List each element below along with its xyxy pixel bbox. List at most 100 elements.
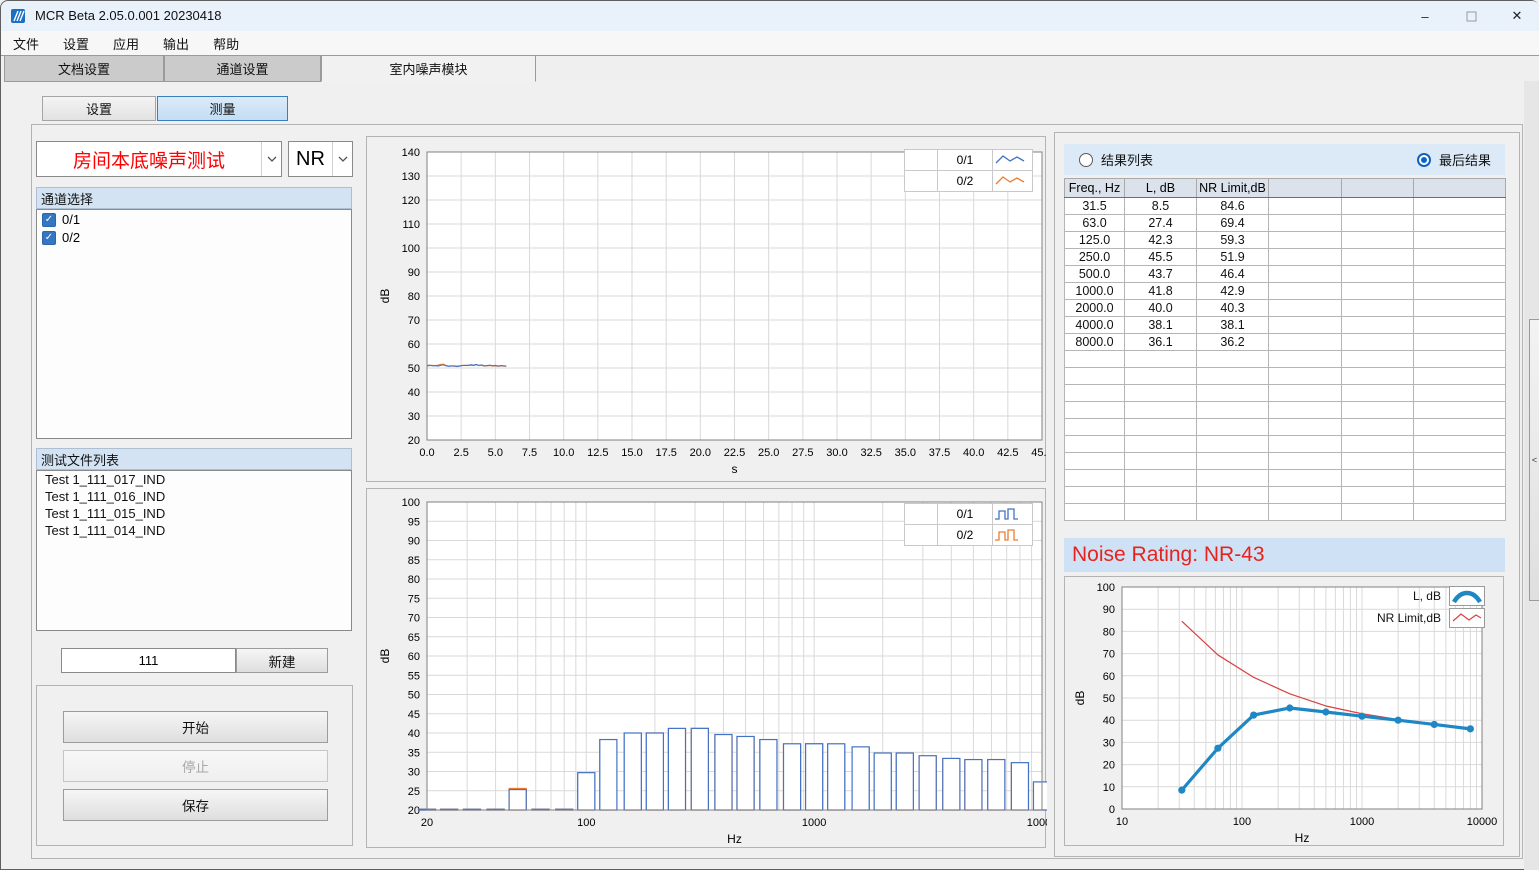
table-cell xyxy=(1414,198,1506,215)
table-cell xyxy=(1414,215,1506,232)
menu-item-0[interactable]: 文件 xyxy=(1,31,51,56)
svg-text:30: 30 xyxy=(408,767,420,779)
file-name-input[interactable] xyxy=(61,648,236,673)
svg-text:80: 80 xyxy=(408,291,420,303)
table-row[interactable]: 1000.041.842.9 xyxy=(1065,283,1506,300)
chevron-down-icon[interactable] xyxy=(261,142,281,176)
svg-text:100: 100 xyxy=(402,497,420,509)
menu-item-4[interactable]: 帮助 xyxy=(201,31,251,56)
table-cell xyxy=(1125,402,1197,419)
table-row[interactable]: 250.045.551.9 xyxy=(1065,249,1506,266)
save-button[interactable]: 保存 xyxy=(63,789,328,821)
svg-text:100: 100 xyxy=(1097,582,1115,594)
table-cell xyxy=(1197,487,1269,504)
table-row[interactable]: 2000.040.040.3 xyxy=(1065,300,1506,317)
svg-text:140: 140 xyxy=(402,147,420,159)
collapse-panel-button[interactable]: < xyxy=(1529,319,1539,601)
channel-item-0/2[interactable]: ✓0/2 xyxy=(37,228,351,246)
table-row-empty xyxy=(1065,470,1506,487)
table-row[interactable]: 63.027.469.4 xyxy=(1065,215,1506,232)
menu-item-3[interactable]: 输出 xyxy=(151,31,201,56)
result-list-radio[interactable] xyxy=(1079,153,1093,167)
svg-text:80: 80 xyxy=(1103,626,1115,638)
table-cell xyxy=(1065,504,1125,521)
table-cell xyxy=(1414,249,1506,266)
table-cell: 42.9 xyxy=(1197,283,1269,300)
test-type-select[interactable]: 房间本底噪声测试 xyxy=(36,141,282,177)
results-table[interactable]: Freq., HzL, dBNR Limit,dB 31.58.584.663.… xyxy=(1064,178,1506,521)
close-button[interactable]: ✕ xyxy=(1494,1,1539,31)
table-cell: 250.0 xyxy=(1065,249,1125,266)
result-list-option[interactable]: 结果列表 xyxy=(1079,150,1153,169)
last-result-option[interactable]: 最后结果 xyxy=(1417,150,1491,169)
table-cell xyxy=(1342,436,1414,453)
table-cell: 2000.0 xyxy=(1065,300,1125,317)
file-item-0[interactable]: Test 1_111_017_IND xyxy=(37,471,351,488)
table-cell xyxy=(1197,402,1269,419)
table-cell xyxy=(1342,249,1414,266)
legend-bars-icon[interactable] xyxy=(993,525,1033,546)
table-cell xyxy=(1065,419,1125,436)
file-item-2[interactable]: Test 1_111_015_IND xyxy=(37,505,351,522)
table-cell: 36.2 xyxy=(1197,334,1269,351)
window-title: MCR Beta 2.05.0.001 20230418 xyxy=(35,8,221,23)
legend-thick-curve-icon[interactable] xyxy=(1449,586,1485,606)
table-cell: 8000.0 xyxy=(1065,334,1125,351)
svg-text:100: 100 xyxy=(577,817,595,829)
legend-line-icon[interactable] xyxy=(993,171,1033,192)
svg-text:65: 65 xyxy=(408,632,420,644)
start-button[interactable]: 开始 xyxy=(63,711,328,743)
menu-item-2[interactable]: 应用 xyxy=(101,31,151,56)
svg-text:1000: 1000 xyxy=(802,817,826,829)
legend-spacer-cell xyxy=(905,150,938,171)
checkbox-checked-icon[interactable]: ✓ xyxy=(42,231,56,245)
table-row[interactable]: 4000.038.138.1 xyxy=(1065,317,1506,334)
table-row[interactable]: 500.043.746.4 xyxy=(1065,266,1506,283)
channel-label: 0/1 xyxy=(62,212,80,227)
menu-item-1[interactable]: 设置 xyxy=(51,31,101,56)
table-cell xyxy=(1414,300,1506,317)
new-button[interactable]: 新建 xyxy=(236,648,328,673)
svg-text:15.0: 15.0 xyxy=(621,447,642,459)
table-cell xyxy=(1269,504,1342,521)
minimize-button[interactable]: – xyxy=(1402,1,1448,31)
channel-item-0/1[interactable]: ✓ 0/1 xyxy=(37,210,351,228)
main-tab-0[interactable]: 文档设置 xyxy=(4,56,164,82)
channel-list[interactable]: ✓ 0/1✓0/2 xyxy=(36,209,352,439)
test-file-list[interactable]: Test 1_111_017_INDTest 1_111_016_INDTest… xyxy=(36,470,352,631)
svg-text:80: 80 xyxy=(408,574,420,586)
legend-thin-zigzag-icon[interactable] xyxy=(1449,608,1485,628)
table-cell xyxy=(1414,487,1506,504)
table-cell xyxy=(1125,453,1197,470)
rating-type-select[interactable]: NR xyxy=(288,141,353,177)
table-row[interactable]: 31.58.584.6 xyxy=(1065,198,1506,215)
table-row-empty xyxy=(1065,419,1506,436)
table-row-empty xyxy=(1065,436,1506,453)
checkbox-checked-icon[interactable]: ✓ xyxy=(42,213,56,227)
svg-text:17.5: 17.5 xyxy=(655,447,676,459)
app-logo-icon xyxy=(11,8,27,24)
table-cell xyxy=(1342,351,1414,368)
table-cell: 500.0 xyxy=(1065,266,1125,283)
table-row[interactable]: 8000.036.136.2 xyxy=(1065,334,1506,351)
legend-line-icon[interactable] xyxy=(993,150,1033,171)
tab-measure[interactable]: 测量 xyxy=(157,96,288,121)
table-cell xyxy=(1125,368,1197,385)
table-row[interactable]: 125.042.359.3 xyxy=(1065,232,1506,249)
legend-row: 0/1 xyxy=(905,504,1033,525)
file-item-3[interactable]: Test 1_111_014_IND xyxy=(37,522,351,539)
table-cell xyxy=(1342,198,1414,215)
main-tab-2[interactable]: 室内噪声模块 xyxy=(321,56,536,82)
file-item-1[interactable]: Test 1_111_016_IND xyxy=(37,488,351,505)
chart-legend: L, dBNR Limit,dB xyxy=(1335,585,1485,629)
svg-text:40.0: 40.0 xyxy=(963,447,984,459)
legend-bars-icon[interactable] xyxy=(993,504,1033,525)
chevron-down-icon[interactable] xyxy=(332,142,352,176)
maximize-button[interactable] xyxy=(1448,1,1494,31)
table-cell xyxy=(1414,470,1506,487)
tab-settings[interactable]: 设置 xyxy=(42,96,156,121)
main-tab-1[interactable]: 通道设置 xyxy=(164,56,321,82)
svg-text:30.0: 30.0 xyxy=(826,447,847,459)
svg-text:25: 25 xyxy=(408,786,420,798)
last-result-radio[interactable] xyxy=(1417,153,1431,167)
